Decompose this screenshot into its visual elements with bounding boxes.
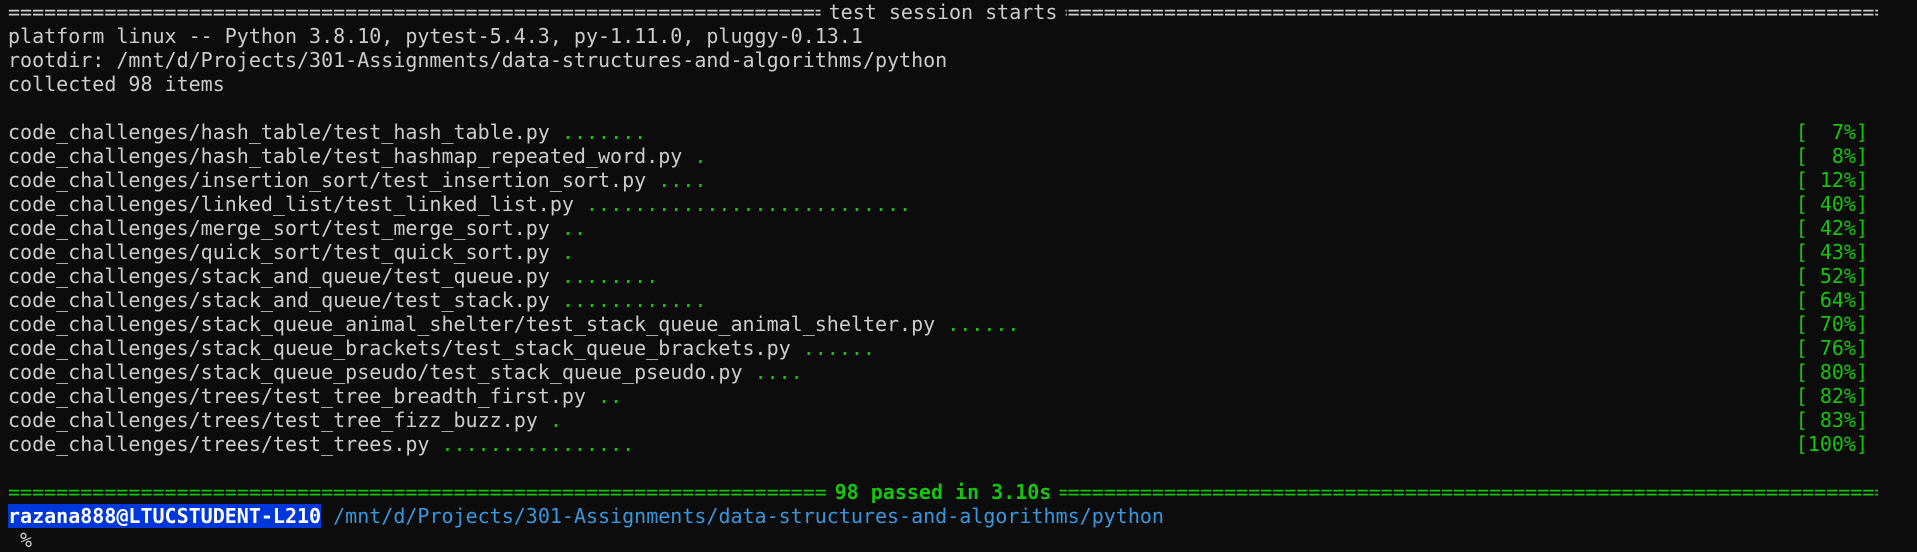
test-result-row: code_challenges/stack_and_queue/test_que… (8, 264, 1868, 288)
collected-line: collected 98 items (8, 72, 225, 96)
test-pass-dots: ............ (561, 288, 707, 312)
test-progress-percent: [100%] (1795, 432, 1868, 456)
test-pass-dots: ........................... (585, 192, 912, 216)
test-result-row: code_challenges/hash_table/test_hash_tab… (8, 120, 1868, 144)
test-progress-percent: [ 52%] (1795, 264, 1868, 288)
test-progress-percent: [ 76%] (1795, 336, 1868, 360)
test-file-path: code_challenges/hash_table/test_hashmap_… (8, 144, 683, 168)
test-file-path: code_challenges/stack_and_queue/test_sta… (8, 288, 550, 312)
test-file-path: code_challenges/trees/test_tree_fizz_buz… (8, 408, 538, 432)
test-file-path: code_challenges/stack_queue_brackets/tes… (8, 336, 791, 360)
test-file-path: code_challenges/merge_sort/test_merge_so… (8, 216, 550, 240)
test-result-row: code_challenges/trees/test_tree_fizz_buz… (8, 408, 1868, 432)
test-file-path: code_challenges/stack_queue_animal_shelt… (8, 312, 936, 336)
test-pass-dots: ........ (561, 264, 659, 288)
test-file-path: code_challenges/quick_sort/test_quick_so… (8, 240, 550, 264)
test-result-row: code_challenges/hash_table/test_hashmap_… (8, 144, 1868, 168)
test-progress-percent: [ 7%] (1795, 120, 1868, 144)
prompt-user-host: razana888@LTUCSTUDENT-L210 (8, 504, 322, 528)
test-progress-percent: [ 82%] (1795, 384, 1868, 408)
test-pass-dots: ................ (441, 432, 635, 456)
test-progress-percent: [ 8%] (1795, 144, 1868, 168)
test-pass-dots: . (694, 144, 707, 168)
test-pass-dots: .. (598, 384, 623, 408)
terminal-window[interactable]: ========================================… (0, 0, 1917, 552)
test-progress-percent: [ 83%] (1795, 408, 1868, 432)
test-file-path: code_challenges/stack_and_queue/test_que… (8, 264, 550, 288)
prompt-symbol: % (20, 528, 33, 552)
test-pass-dots: . (549, 408, 562, 432)
test-progress-percent: [ 64%] (1795, 288, 1868, 312)
test-pass-dots: .... (754, 360, 803, 384)
test-result-row: code_challenges/stack_queue_animal_shelt… (8, 312, 1868, 336)
test-file-path: code_challenges/linked_list/test_linked_… (8, 192, 574, 216)
test-progress-percent: [ 70%] (1795, 312, 1868, 336)
test-pass-dots: .... (658, 168, 707, 192)
test-file-path: code_challenges/insertion_sort/test_inse… (8, 168, 647, 192)
prompt-line: razana888@LTUCSTUDENT-L210 /mnt/d/Projec… (8, 504, 1917, 528)
test-pass-dots: ...... (802, 336, 875, 360)
test-progress-percent: [ 40%] (1795, 192, 1868, 216)
test-result-row: code_challenges/stack_queue_pseudo/test_… (8, 360, 1868, 384)
test-result-row: code_challenges/merge_sort/test_merge_so… (8, 216, 1868, 240)
test-progress-percent: [ 80%] (1795, 360, 1868, 384)
summary-line: ========================================… (8, 480, 1878, 504)
test-file-path: code_challenges/trees/test_trees.py (8, 432, 430, 456)
test-file-path: code_challenges/hash_table/test_hash_tab… (8, 120, 550, 144)
test-progress-percent: [ 42%] (1795, 216, 1868, 240)
summary-text: 98 passed in 3.10s (826, 480, 1060, 504)
test-result-row: code_challenges/linked_list/test_linked_… (8, 192, 1868, 216)
session-header-line: ========================================… (8, 0, 1878, 24)
platform-line: platform linux -- Python 3.8.10, pytest-… (8, 24, 863, 48)
test-pass-dots: . (561, 240, 574, 264)
test-result-row: code_challenges/stack_and_queue/test_sta… (8, 288, 1868, 312)
test-result-row: code_challenges/trees/test_trees.py ....… (8, 432, 1868, 456)
test-file-path: code_challenges/trees/test_tree_breadth_… (8, 384, 586, 408)
rootdir-line: rootdir: /mnt/d/Projects/301-Assignments… (8, 48, 948, 72)
prompt-path: /mnt/d/Projects/301-Assignments/data-str… (333, 504, 1164, 528)
test-result-row: code_challenges/quick_sort/test_quick_so… (8, 240, 1868, 264)
test-result-row: code_challenges/insertion_sort/test_inse… (8, 168, 1868, 192)
test-progress-percent: [ 43%] (1795, 240, 1868, 264)
session-title: test session starts (820, 0, 1066, 24)
test-result-row: code_challenges/stack_queue_brackets/tes… (8, 336, 1868, 360)
test-progress-percent: [ 12%] (1795, 168, 1868, 192)
test-pass-dots: ...... (947, 312, 1020, 336)
test-results-list: code_challenges/hash_table/test_hash_tab… (8, 120, 1917, 456)
test-pass-dots: ....... (561, 120, 647, 144)
test-result-row: code_challenges/trees/test_tree_breadth_… (8, 384, 1868, 408)
test-file-path: code_challenges/stack_queue_pseudo/test_… (8, 360, 743, 384)
command-input-line[interactable]: % (8, 528, 1917, 552)
test-pass-dots: .. (561, 216, 586, 240)
